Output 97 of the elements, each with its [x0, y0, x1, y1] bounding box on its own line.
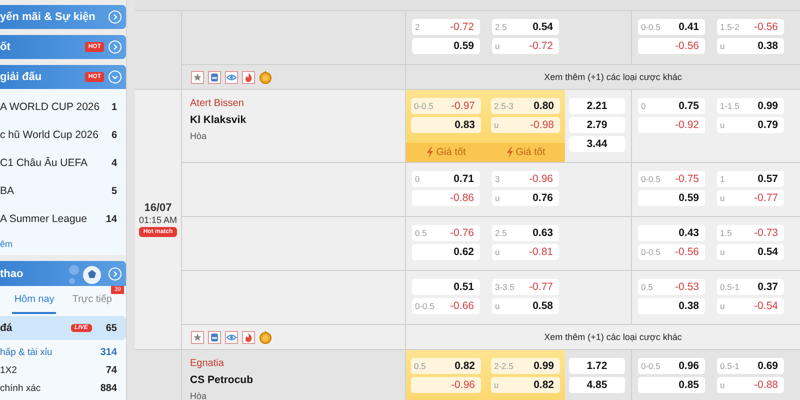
league-link[interactable]: A WORLD CUP 2026 — [0, 101, 100, 113]
odds-button[interactable]: -0.86 — [412, 190, 480, 206]
odds-button[interactable]: 0-0.5 0.96 — [638, 358, 705, 374]
odds-button[interactable]: 0-0.5 -0.75 — [638, 171, 705, 187]
chevron-right-icon[interactable] — [108, 40, 122, 54]
odds-button[interactable]: 0.62 — [412, 244, 480, 260]
odds-button[interactable]: 0.5-1 0.37 — [717, 279, 784, 295]
tab[interactable]: Hôm nay — [12, 286, 56, 314]
odds-button[interactable]: 3.44 — [569, 136, 625, 152]
odds-button[interactable]: 0.5 0.82 — [411, 358, 481, 374]
odds-button[interactable]: 0.5 -0.53 — [638, 279, 705, 295]
odds-button[interactable]: 0.5-1 0.69 — [717, 358, 784, 374]
league-count: 14 — [106, 214, 117, 224]
odds-button[interactable]: 0.85 — [638, 377, 705, 393]
odds-button[interactable]: 0-0.5 -0.97 — [411, 98, 481, 114]
league-count: 5 — [111, 186, 117, 196]
chevron-right-icon[interactable] — [108, 266, 122, 280]
odds-button[interactable]: 0 0.75 — [638, 98, 705, 114]
odds-button[interactable]: 1.5-2 -0.56 — [717, 19, 784, 35]
coin-icon[interactable] — [259, 330, 272, 344]
odds-button[interactable]: u 0.58 — [492, 298, 559, 314]
league-link[interactable]: C1 Châu Âu UEFA — [0, 157, 88, 169]
odds-button[interactable]: 2.5-3 0.80 — [491, 98, 560, 114]
save-icon[interactable] — [208, 330, 221, 344]
more-bets-link[interactable]: Xem thêm (+1) các loại cược khác — [544, 332, 682, 342]
odds-button[interactable]: 0.59 — [412, 38, 480, 54]
draw-label: Hòa — [190, 131, 208, 141]
odds-button[interactable]: 0.43 — [638, 225, 705, 241]
odds-button[interactable]: 4.85 — [569, 377, 625, 393]
home-team: Atert Bissen — [190, 98, 245, 109]
bet-type-item[interactable]: 1X2 74 — [0, 361, 126, 379]
star-icon[interactable] — [191, 70, 204, 84]
more-link[interactable]: êm — [0, 233, 13, 255]
odds-button[interactable]: u 0.76 — [492, 190, 559, 206]
more-bets-link[interactable]: Xem thêm (+1) các loại cược khác — [544, 72, 682, 82]
odds-button[interactable]: u -0.98 — [491, 117, 560, 133]
odds-button[interactable]: 0.83 — [411, 117, 481, 133]
odds-button[interactable]: 2 -0.72 — [412, 19, 480, 35]
odds-button[interactable]: -0.96 — [411, 377, 481, 393]
odds-button[interactable]: 0-0.5 -0.56 — [638, 244, 705, 260]
chevron-right-icon[interactable] — [108, 10, 122, 24]
odds-button[interactable]: 0-0.5 -0.66 — [412, 298, 480, 314]
league-link[interactable]: c hũ World Cup 2026 — [0, 129, 98, 141]
odds-button[interactable]: u -0.77 — [717, 190, 784, 206]
odds-button[interactable]: 1 0.57 — [717, 171, 784, 187]
best-price-label: Giá tốt — [516, 147, 546, 158]
draw-label: Hòa — [190, 391, 208, 400]
odds-button[interactable]: u 0.38 — [717, 38, 784, 54]
odds-button[interactable]: 2.5 0.54 — [492, 19, 559, 35]
fire-icon[interactable] — [242, 330, 255, 344]
odds-button[interactable]: 1.72 — [569, 358, 625, 374]
odds-button[interactable]: -0.92 — [638, 117, 705, 133]
odds-button[interactable]: u 0.82 — [491, 377, 560, 393]
odds-button[interactable]: u 0.54 — [717, 244, 784, 260]
league-count: 6 — [111, 130, 117, 140]
odds-button[interactable]: u -0.81 — [492, 244, 559, 260]
odds-button[interactable]: u -0.88 — [717, 377, 784, 393]
lightning-icon — [506, 147, 513, 158]
odds-button[interactable]: 2-2.5 0.99 — [491, 358, 560, 374]
league-count: 4 — [111, 158, 117, 168]
odds-button[interactable]: 1-1.5 0.99 — [717, 98, 784, 114]
away-team: Kl Klaksvik — [190, 114, 248, 126]
home-team: Egnatia — [190, 358, 225, 369]
league-count: 1 — [111, 102, 117, 112]
away-team: CS Petrocub — [190, 374, 254, 386]
odds-button[interactable]: 0.51 — [412, 279, 480, 295]
odds-button[interactable]: u 0.79 — [717, 117, 784, 133]
eye-icon[interactable] — [225, 70, 238, 84]
match-date: 16/07 — [144, 202, 172, 214]
lightning-icon — [426, 147, 434, 158]
fire-icon[interactable] — [242, 70, 255, 84]
chevron-down-icon[interactable] — [108, 70, 122, 84]
star-icon[interactable] — [191, 330, 204, 344]
odds-button[interactable]: u -0.54 — [717, 298, 784, 314]
bet-type-item[interactable]: chính xác 884 — [0, 379, 126, 397]
league-link[interactable]: BA — [0, 185, 14, 197]
odds-button[interactable]: 0 0.71 — [412, 171, 480, 187]
bet-type-item[interactable]: hấp & tài xỉu 314 — [0, 343, 126, 361]
section-header[interactable]: thao — [0, 261, 126, 286]
save-icon[interactable] — [208, 70, 221, 84]
odds-button[interactable]: 2.21 — [569, 98, 625, 114]
odds-button[interactable]: 0.5 -0.76 — [412, 225, 480, 241]
odds-button[interactable]: -0.56 — [638, 38, 705, 54]
league-link[interactable]: A Summer League — [0, 213, 87, 225]
odds-button[interactable]: 0.38 — [638, 298, 705, 314]
odds-button[interactable]: 2.79 — [569, 117, 625, 133]
odds-button[interactable]: 0-0.5 0.41 — [638, 19, 705, 35]
odds-button[interactable]: 1.5 -0.73 — [717, 225, 784, 241]
best-price-label: Giá tốt — [436, 147, 466, 158]
odds-button[interactable]: 2.5 0.63 — [492, 225, 559, 241]
odds-button[interactable]: 3-3.5 -0.77 — [492, 279, 559, 295]
eye-icon[interactable] — [225, 330, 238, 344]
odds-button[interactable]: u -0.72 — [492, 38, 559, 54]
coin-icon[interactable] — [259, 70, 272, 84]
odds-button[interactable]: 3 -0.96 — [492, 171, 559, 187]
odds-button[interactable]: 0.59 — [638, 190, 705, 206]
match-time: 01:15 AM — [138, 215, 178, 225]
